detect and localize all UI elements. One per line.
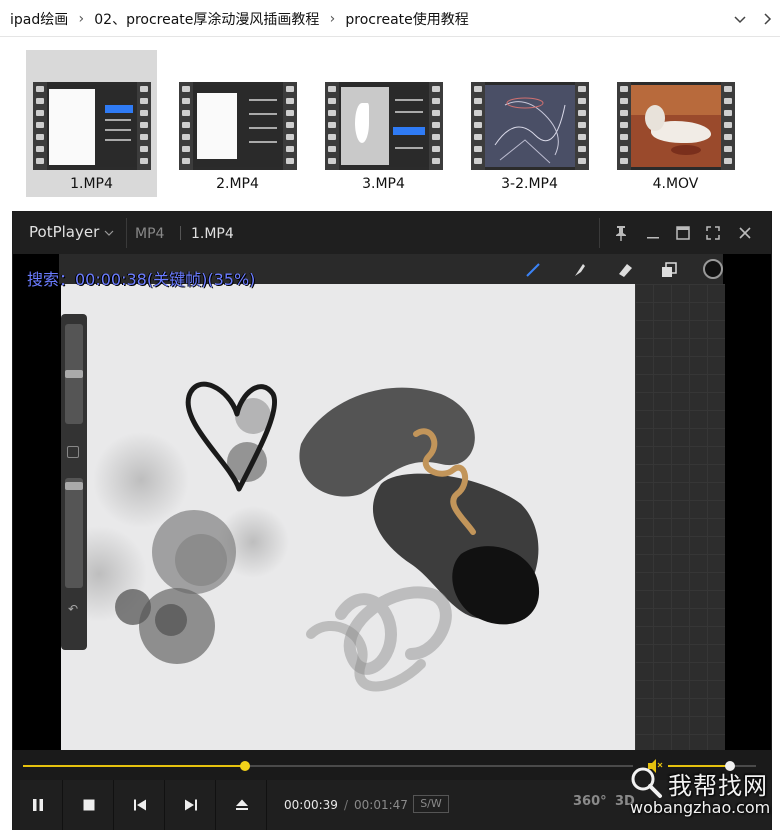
watermark: 我帮找网 wobangzhao.com (624, 760, 774, 826)
breadcrumb-item[interactable]: procreate使用教程 (343, 9, 470, 29)
close-icon[interactable] (735, 223, 755, 243)
breadcrumb-item[interactable]: 02、procreate厚涂动漫风插画教程 (92, 9, 321, 29)
total-time: 00:01:47 (354, 798, 408, 812)
color-picker-icon (703, 259, 723, 279)
video-thumbnail (617, 82, 735, 170)
file-item-5[interactable]: 4.MOV (610, 50, 741, 197)
file-item-1[interactable]: 1.MP4 (26, 50, 157, 197)
potplayer-window: PotPlayer MP4 1.MP4 ↶ 搜索：00:00:38(关键帧)(3… (12, 211, 772, 830)
progress-fill (23, 765, 245, 767)
file-name: 3-2.MP4 (501, 176, 558, 192)
sw-decoder-badge[interactable]: S/W (413, 795, 449, 813)
smudge-icon (575, 264, 585, 276)
player-brand[interactable]: PotPlayer (29, 223, 99, 241)
address-bar[interactable]: ipad绘画 › 02、procreate厚涂动漫风插画教程 › procrea… (0, 0, 780, 37)
file-name: 4.MOV (652, 176, 699, 192)
video-thumbnail (33, 82, 151, 170)
pin-icon[interactable] (611, 223, 631, 243)
eraser-icon (619, 264, 632, 277)
video-thumbnail (325, 82, 443, 170)
skip-next-icon (185, 799, 197, 811)
file-item-2[interactable]: 2.MP4 (172, 50, 303, 197)
player-titlebar[interactable]: PotPlayer MP4 1.MP4 (13, 212, 771, 254)
stop-button[interactable] (64, 780, 114, 830)
video-thumbnail (179, 82, 297, 170)
time-separator: / (344, 798, 349, 812)
seek-osd: 搜索：00:00:38(关键帧)(35%) (27, 270, 256, 289)
chevron-down-icon[interactable] (104, 228, 114, 238)
canvas-artwork (61, 381, 540, 692)
file-item-3[interactable]: 3.MP4 (318, 50, 449, 197)
vr-360-button[interactable]: 360° (573, 794, 607, 809)
current-time: 00:00:39 (284, 798, 338, 812)
eject-button[interactable] (217, 780, 267, 830)
breadcrumb: ipad绘画 › 02、procreate厚涂动漫风插画教程 › procrea… (8, 9, 471, 29)
chevron-right-icon: › (78, 11, 85, 27)
chevron-down-icon[interactable] (731, 10, 749, 28)
pause-icon (33, 799, 43, 811)
format-label: MP4 (135, 226, 165, 242)
procreate-sidebar: ↶ (61, 314, 87, 650)
file-item-4[interactable]: 3-2.MP4 (464, 50, 595, 197)
next-button[interactable] (166, 780, 216, 830)
drawing-canvas (61, 284, 635, 750)
media-title: 1.MP4 (191, 226, 234, 242)
file-name: 3.MP4 (362, 176, 405, 192)
maximize-icon[interactable] (673, 223, 693, 243)
watermark-cn: 我帮找网 (668, 772, 768, 800)
brush-icon (526, 263, 540, 277)
eject-icon (236, 799, 248, 810)
fullscreen-icon[interactable] (703, 223, 723, 243)
magnifier-icon (631, 767, 662, 798)
layers-icon (662, 262, 677, 277)
progress-handle[interactable] (240, 761, 250, 771)
chevron-right-icon[interactable] (758, 10, 776, 28)
file-name: 2.MP4 (216, 176, 259, 192)
previous-button[interactable] (115, 780, 165, 830)
undo-icon: ↶ (68, 602, 79, 616)
minimize-icon[interactable] (643, 223, 663, 243)
watermark-en: wobangzhao.com (630, 798, 771, 817)
pause-button[interactable] (13, 780, 63, 830)
chevron-right-icon: › (329, 11, 336, 27)
file-grid: 1.MP4 2.MP4 3.MP4 3-2.MP4 4.MOV (0, 38, 780, 208)
file-name: 1.MP4 (70, 176, 113, 192)
video-thumbnail (471, 82, 589, 170)
progress-track[interactable] (23, 761, 633, 771)
breadcrumb-item[interactable]: ipad绘画 (8, 9, 70, 29)
stop-icon (83, 799, 95, 811)
video-surface[interactable]: ↶ 搜索：00:00:38(关键帧)(35%) (13, 254, 771, 750)
skip-previous-icon (134, 799, 146, 811)
